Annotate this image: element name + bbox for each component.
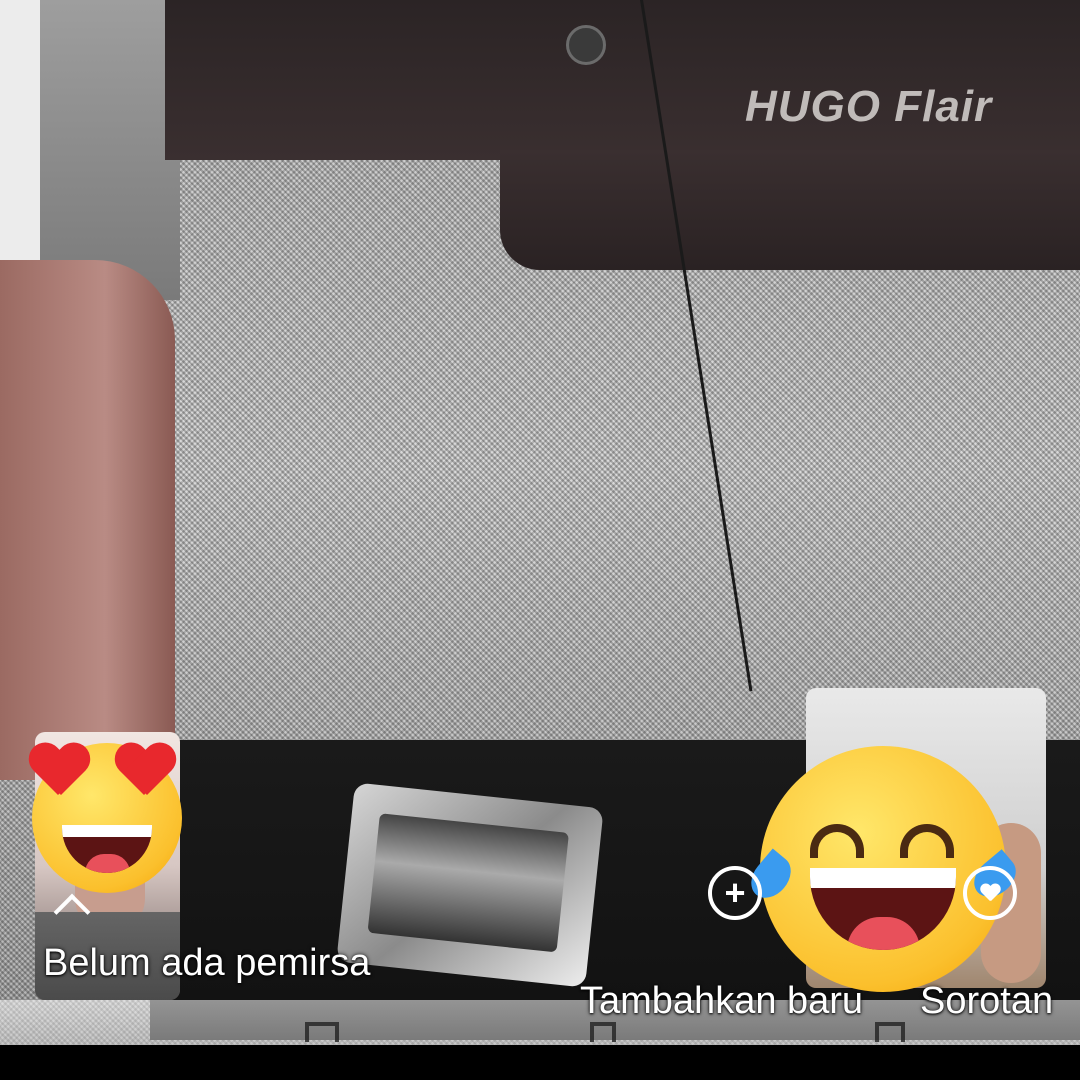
share-icon[interactable]: [875, 1022, 905, 1042]
live-video-feed: HUGO Flair + Belum ada pemirsa Tambahkan…: [0, 0, 1080, 1045]
viewer-status-text: Belum ada pemirsa: [43, 942, 371, 984]
eye-left: [810, 824, 864, 858]
heart-eyes-emoji: [32, 743, 182, 893]
shirt-pocket: [500, 150, 1080, 270]
chevron-up-icon[interactable]: [48, 893, 92, 915]
emoji-mouth: [62, 825, 152, 873]
heart-eye-left-icon: [28, 744, 88, 798]
shirt-sleeve: [40, 0, 180, 300]
system-navigation-bar: [0, 1045, 1080, 1080]
arm: [0, 260, 175, 780]
highlights-label[interactable]: Sorotan: [920, 980, 1053, 1023]
emoji-mouth: [810, 868, 956, 950]
add-new-button[interactable]: +: [708, 866, 762, 920]
highlights-button[interactable]: [963, 866, 1017, 920]
belt-buckle: [336, 782, 604, 988]
camera-flip-icon[interactable]: [305, 1022, 339, 1042]
tears-of-joy-emoji: [743, 746, 1024, 992]
add-new-label[interactable]: Tambahkan baru: [580, 980, 863, 1023]
shirt-button: [566, 25, 606, 65]
heart-icon: [980, 884, 1000, 902]
shirt-collar-area: [165, 0, 1080, 160]
eye-right: [900, 824, 954, 858]
add-icon[interactable]: [590, 1022, 616, 1042]
plus-icon: +: [724, 872, 746, 913]
heart-eye-right-icon: [114, 744, 174, 798]
shirt-logo: HUGO Flair: [745, 82, 993, 131]
bottom-toolbar: [0, 1000, 1080, 1045]
